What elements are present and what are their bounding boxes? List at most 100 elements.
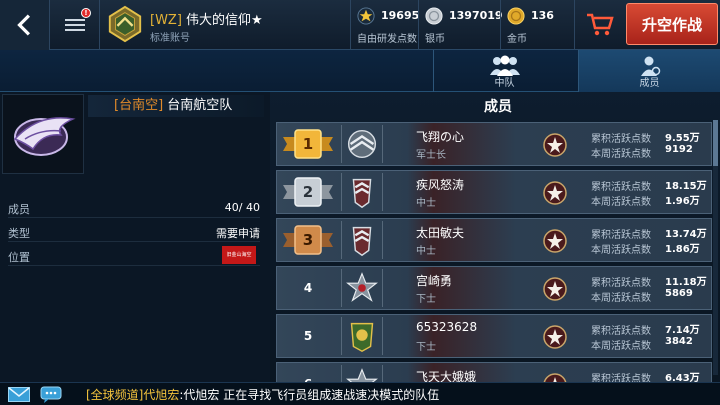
squad-emblem-icon [13,117,76,156]
member-name: 宫崎勇 [416,274,453,288]
chat-bar[interactable]: [全球频道]代旭宏:代旭宏 正在寻找飞行员组成速战速决模式的队伍 [0,382,720,405]
info-row-type: 类型 需要申请 [8,222,260,242]
member-list[interactable]: 1 飞翔の心 军士长 累积活跃点数 本周活跃点数 9.55万 9192 2 疾风… [276,120,716,382]
member-name: 飞天大娥娥 [416,370,477,382]
star-badge-icon [543,133,567,157]
week-points-label: 本周活跃点数 [591,293,651,304]
gold-value: 136 [531,9,554,22]
star-badge-icon [543,373,567,382]
total-points-value: 9.55万 [665,133,700,144]
squad-name: 台南航空队 [167,98,233,113]
chat-bubble-icon[interactable] [40,386,64,403]
member-grade: 下士 [416,342,436,353]
week-points-label: 本周活跃点数 [591,197,651,208]
tab-members[interactable]: 成员 [578,50,720,92]
rank-insignia-icon [341,125,383,163]
rank-number: 3 [302,231,314,249]
tab-members-label: 成员 [639,78,660,89]
menu-button[interactable]: ! [50,0,100,50]
research-points: 19695 自由研发点数 [350,0,420,50]
silver-coin-icon [425,7,443,25]
player-name-text: 伟大的信仰★ [186,13,263,28]
squad-logo [2,94,84,174]
rank-insignia-icon [341,365,383,382]
star-badge-icon [543,181,567,205]
chat-channel: [全球频道] [86,388,144,402]
member-name: 飞翔の心 [416,130,465,144]
back-button[interactable] [0,0,50,50]
member-name: 疾风怒涛 [416,178,465,192]
member-row[interactable]: 4 宫崎勇 下士 累积活跃点数 本周活跃点数 11.18万 5869 [276,266,712,310]
mail-icon[interactable] [8,387,30,402]
star-badge-icon [543,277,567,301]
member-grade: 下士 [416,294,436,305]
total-points-value: 7.14万 [665,325,700,336]
chat-message: [全球频道]代旭宏:代旭宏 正在寻找飞行员组成速战速决模式的队伍 [86,386,439,403]
member-list-scrollbar[interactable] [713,120,718,375]
week-points-label: 本周活跃点数 [591,149,651,160]
rank-cell: 1 [277,123,339,165]
member-row[interactable]: 2 疾风怒涛 中士 累积活跃点数 本周活跃点数 18.15万 1.96万 [276,170,712,214]
rank-cell: 3 [277,219,339,261]
shop-button[interactable] [574,0,624,50]
rank-cell: 6 [277,363,339,382]
total-points-label: 累积活跃点数 [591,278,651,289]
player-rank-emblem[interactable] [106,5,144,43]
member-name: 太田敏夫 [416,226,465,240]
week-points-value: 1.96万 [665,196,700,207]
week-points-value: 9192 [665,144,693,155]
back-arrow-icon [16,14,30,36]
rank-insignia-icon [341,269,383,307]
member-row[interactable]: 3 太田敏夫 中士 累积活跃点数 本周活跃点数 13.74万 1.86万 [276,218,712,262]
rank-insignia-icon [341,317,383,355]
total-points-value: 18.15万 [665,181,707,192]
member-row[interactable]: 6 飞天大娥娥 累积活跃点数 6.43万 [276,362,712,382]
top-bar: ! [WZ] 伟大的信仰★ 标准账号 19695 自由研发点数 1397019 … [0,0,720,50]
player-tag: [WZ] [150,13,182,28]
star-icon [357,7,375,25]
star-badge-icon [543,229,567,253]
game-screen: ! [WZ] 伟大的信仰★ 标准账号 19695 自由研发点数 1397019 … [0,0,720,405]
location-badge: 旧金山海空 [222,246,256,264]
tab-squad[interactable]: 中队 [433,50,575,92]
rank-number: 1 [302,135,314,153]
total-points-label: 累积活跃点数 [591,326,651,337]
week-points-value: 1.86万 [665,244,700,255]
gold-coin-icon [507,7,525,25]
tab-squad-label: 中队 [494,78,515,89]
silver-coins: 1397019 银币 [418,0,503,50]
week-points-label: 本周活跃点数 [591,341,651,352]
rank-number: 4 [303,281,313,295]
total-points-label: 累积活跃点数 [591,182,651,193]
info-row-location: 位置 旧金山海空 [8,246,260,266]
member-row[interactable]: 1 飞翔の心 军士长 累积活跃点数 本周活跃点数 9.55万 9192 [276,122,712,166]
total-points-label: 累积活跃点数 [591,374,651,382]
info-key: 类型 [8,227,30,240]
squad-title: [台南空] 台南航空队 [88,95,264,117]
rank-cell: 4 [277,267,339,309]
week-points-value: 3842 [665,336,693,347]
notification-badge: ! [81,8,91,18]
player-name: [WZ] 伟大的信仰★ [150,9,263,28]
info-row-members: 成员 40/ 40 [8,198,260,218]
chat-speaker: 代旭宏 [143,388,180,402]
info-value: 40/ 40 [224,201,260,214]
gold-label: 金币 [507,34,527,45]
week-points-label: 本周活跃点数 [591,245,651,256]
member-grade: 中士 [416,198,436,209]
total-points-label: 累积活跃点数 [591,134,651,145]
rank-number: 5 [303,329,313,343]
research-points-value: 19695 [381,9,420,22]
member-grade: 中士 [416,246,436,257]
rank-insignia-icon [341,221,383,259]
rank-insignia-icon [341,173,383,211]
rank-cell: 5 [277,315,339,357]
member-row[interactable]: 5 65323628 下士 累积活跃点数 本周活跃点数 7.14万 3842 [276,314,712,358]
launch-battle-button[interactable]: 升空作战 [626,3,718,45]
total-points-value: 11.18万 [665,277,707,288]
scrollbar-thumb[interactable] [713,120,718,166]
menu-icon [64,19,85,31]
research-points-label: 自由研发点数 [357,34,417,45]
info-key: 成员 [8,203,30,216]
total-points-label: 累积活跃点数 [591,230,651,241]
